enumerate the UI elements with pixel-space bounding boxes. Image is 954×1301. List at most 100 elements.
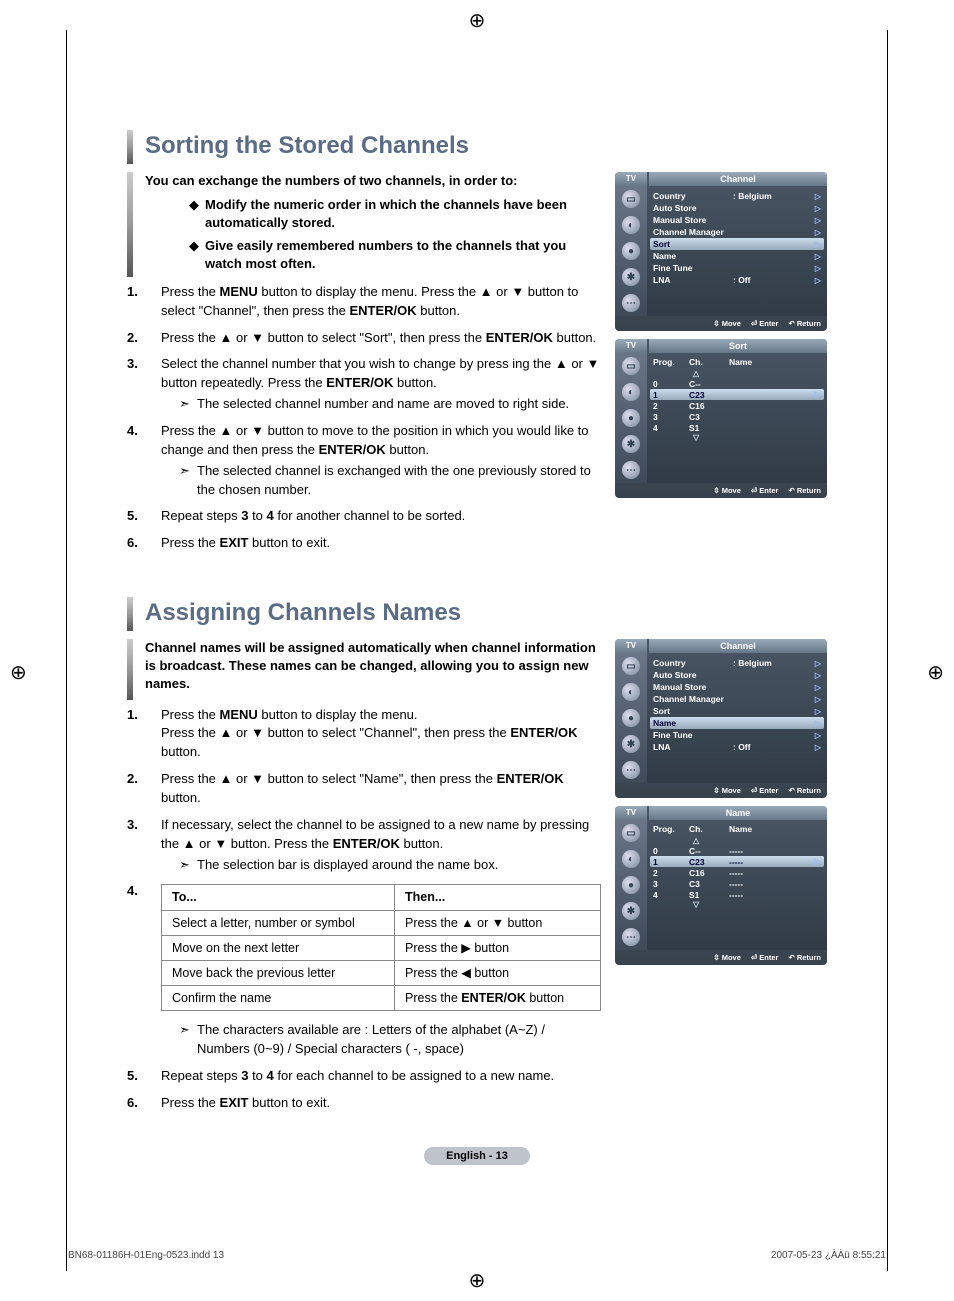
osd-menu-item: Auto Store▷ <box>653 669 821 681</box>
registration-mark-left: ⊕ <box>10 660 27 685</box>
osd-menu-item: Sort▷ <box>653 705 821 717</box>
osd-down-arrow: ▽ <box>653 433 821 442</box>
osd-picture-icon: ▭ <box>622 357 640 375</box>
osd-up-arrow: △ <box>653 369 821 378</box>
osd-list-row: 2C16 <box>653 400 821 411</box>
step-4: 4. Press the ▲ or ▼ button to move to th… <box>127 422 601 499</box>
registration-mark-bottom: ⊕ <box>469 1268 486 1293</box>
header-accent-bar <box>127 597 133 631</box>
enter-label: ENTER/OK <box>497 771 564 786</box>
osd-list-row: 0C-- <box>653 378 821 389</box>
sub-note: ➣ The selected channel number and name a… <box>179 395 601 414</box>
osd-picture-icon: ▭ <box>622 190 640 208</box>
step-text: button. <box>417 303 460 318</box>
osd-list-header: Prog.Ch.Name <box>653 824 821 836</box>
step-text: for another channel to be sorted. <box>274 508 466 523</box>
bullet-text: Modify the numeric order in which the ch… <box>205 196 601 232</box>
document-footer: BN68-01186H-01Eng-0523.indd 13 2007-05-2… <box>68 1250 886 1261</box>
osd-title: Sort <box>649 339 827 353</box>
pointer-icon: ➣ <box>179 395 197 414</box>
step-text: Press the ▲ or ▼ button to select "Sort"… <box>161 330 486 345</box>
step-num-ref: 4 <box>267 508 274 523</box>
header-accent-bar <box>127 130 133 164</box>
enter-label: ENTER/OK <box>349 303 416 318</box>
osd-return: ↶ Return <box>788 786 821 795</box>
step-text: button. <box>161 744 201 759</box>
table-cell: Press the ▲ or ▼ button <box>395 910 601 935</box>
step-2: 2. Press the ▲ or ▼ button to select "Na… <box>127 770 601 808</box>
section1-intro: You can exchange the numbers of two chan… <box>127 172 601 277</box>
osd-sound-icon: ◐ <box>622 683 640 701</box>
section2-intro: Channel names will be assigned automatic… <box>127 639 601 700</box>
table-cell: Move back the previous letter <box>162 960 395 985</box>
step-num-ref: 4 <box>267 1068 274 1083</box>
osd-list-row: 2C16----- <box>653 867 821 878</box>
osd-footer: ⇳ Move ⏎ Enter ↶ Return <box>615 483 827 498</box>
enter-label: ENTER/OK <box>486 330 553 345</box>
osd-setup-icon: ✱ <box>622 735 640 753</box>
osd-tv-label: TV <box>615 806 647 820</box>
bullet-item: ◆ Modify the numeric order in which the … <box>189 196 601 232</box>
step-text: button. <box>400 836 443 851</box>
step-text: Press the <box>161 284 220 299</box>
step-text: Press the <box>161 535 220 550</box>
osd-channel-icon: ● <box>622 409 640 427</box>
table-row: Move back the previous letter Press the … <box>162 960 601 985</box>
bullet-text: Give easily remembered numbers to the ch… <box>205 237 601 273</box>
osd-list-row: 3C3----- <box>653 878 821 889</box>
page-number-wrap: English - 13 <box>127 1146 827 1165</box>
table-cell: Confirm the name <box>162 985 395 1010</box>
osd-setup-icon: ✱ <box>622 435 640 453</box>
action-table: To... Then... Select a letter, number or… <box>161 884 601 1011</box>
diamond-icon: ◆ <box>189 196 205 232</box>
table-row: Select a letter, number or symbol Press … <box>162 910 601 935</box>
osd-menu-item: Channel Manager▷ <box>653 693 821 705</box>
sub-text: The selection bar is displayed around th… <box>197 856 601 875</box>
step-text: to <box>248 508 266 523</box>
osd-channel-icon: ● <box>622 709 640 727</box>
diamond-icon: ◆ <box>189 237 205 273</box>
osd-move: ⇳ Move <box>713 786 741 795</box>
osd-list-row: 3C3 <box>653 411 821 422</box>
osd-list-row: 4S1 <box>653 422 821 433</box>
table-header-to: To... <box>162 885 395 910</box>
table-row: Confirm the name Press the ENTER/OK butt… <box>162 985 601 1010</box>
step-3: 3. If necessary, select the channel to b… <box>127 816 601 875</box>
footer-filename: BN68-01186H-01Eng-0523.indd 13 <box>68 1250 224 1261</box>
osd-menu-item: Name▷ <box>653 250 821 262</box>
osd-channel-icon: ● <box>622 876 640 894</box>
enter-label: ENTER/OK <box>326 375 393 390</box>
exit-label: EXIT <box>220 535 249 550</box>
osd-icon-rail: ▭ ◐ ● ✱ ⋯ <box>615 186 647 316</box>
osd-input-icon: ⋯ <box>622 928 640 946</box>
osd-screenshot: TVChannel ▭ ◐ ● ✱ ⋯ Country: Belgium▷ Au… <box>615 172 827 331</box>
section1-row: You can exchange the numbers of two chan… <box>127 172 827 561</box>
osd-menu-item: Channel Manager▷ <box>653 226 821 238</box>
step-text: Repeat steps <box>161 508 241 523</box>
table-cell: Move on the next letter <box>162 935 395 960</box>
section1-text: You can exchange the numbers of two chan… <box>127 172 601 561</box>
step-1: 1. Press the MENU button to display the … <box>127 283 601 321</box>
step-text: Press the <box>161 707 220 722</box>
sub-note: ➣ The characters available are : Letters… <box>179 1021 601 1059</box>
osd-list-row: 1C23▷ <box>650 389 824 400</box>
osd-content: Prog.Ch.Name△0C-------1C23-----▷2C16----… <box>647 820 827 950</box>
page-number: English - 13 <box>424 1147 530 1165</box>
section1-screens: TVChannel ▭ ◐ ● ✱ ⋯ Country: Belgium▷ Au… <box>615 172 827 561</box>
osd-menu-item: Country: Belgium▷ <box>653 190 821 202</box>
page-container: Sorting the Stored Channels You can exch… <box>66 30 888 1271</box>
osd-menu-item: LNA: Off▷ <box>653 741 821 753</box>
sub-note: ➣ The selected channel is exchanged with… <box>179 462 601 500</box>
osd-tv-label: TV <box>615 639 647 653</box>
pointer-icon: ➣ <box>179 1021 197 1059</box>
osd-setup-icon: ✱ <box>622 268 640 286</box>
section1-lead: You can exchange the numbers of two chan… <box>145 172 601 190</box>
table-cell: Select a letter, number or symbol <box>162 910 395 935</box>
osd-footer: ⇳ Move ⏎ Enter ↶ Return <box>615 316 827 331</box>
osd-enter: ⏎ Enter <box>751 319 779 328</box>
osd-menu-item: Country: Belgium▷ <box>653 657 821 669</box>
osd-title: Name <box>649 806 827 820</box>
osd-input-icon: ⋯ <box>622 294 640 312</box>
section2-text: Channel names will be assigned automatic… <box>127 639 601 1120</box>
step-text: button to exit. <box>248 535 330 550</box>
